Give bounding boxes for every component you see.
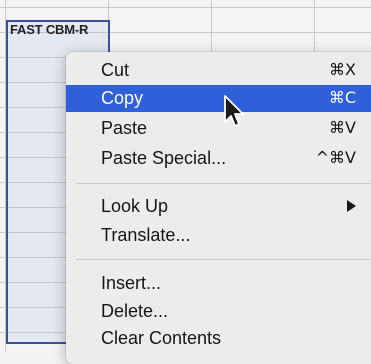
menu-item-delete[interactable]: Delete... xyxy=(66,298,371,325)
menu-item-label: Cut xyxy=(101,60,130,80)
menu-item-translate[interactable]: Translate... xyxy=(66,222,371,249)
menu-item-paste[interactable]: Paste ⌘V xyxy=(66,115,371,142)
menu-item-label: Look Up xyxy=(101,196,169,216)
menu-separator xyxy=(76,183,370,184)
menu-item-label: Delete... xyxy=(101,301,169,321)
submenu-arrow-icon xyxy=(347,200,356,212)
menu-item-label: Insert... xyxy=(101,273,162,293)
menu-item-copy[interactable]: Copy ⌘C xyxy=(66,85,371,112)
menu-item-clear-contents[interactable]: Clear Contents xyxy=(66,325,371,352)
menu-item-label: Paste Special... xyxy=(101,148,227,168)
shortcut-text: ⌘C xyxy=(328,88,356,107)
menu-item-paste-special[interactable]: Paste Special... ^⌘V xyxy=(66,145,371,172)
shortcut-text: ⌘X xyxy=(329,60,356,79)
menu-separator xyxy=(76,259,370,260)
mouse-pointer-icon xyxy=(224,95,244,127)
menu-item-label: Clear Contents xyxy=(101,328,222,348)
menu-item-cut[interactable]: Cut ⌘X xyxy=(66,57,371,84)
menu-item-insert[interactable]: Insert... xyxy=(66,270,371,297)
menu-item-label: Paste xyxy=(101,118,148,138)
menu-item-look-up[interactable]: Look Up xyxy=(66,193,371,220)
menu-item-label: Copy xyxy=(101,88,144,108)
shortcut-text: ^⌘V xyxy=(315,148,356,167)
context-menu: Cut ⌘X Copy ⌘C Paste ⌘V Paste Special...… xyxy=(66,52,371,364)
shortcut-text: ⌘V xyxy=(329,118,356,137)
menu-item-label: Translate... xyxy=(101,225,191,245)
cell-fast-cbm-r[interactable]: FAST CBM-R xyxy=(10,22,88,37)
